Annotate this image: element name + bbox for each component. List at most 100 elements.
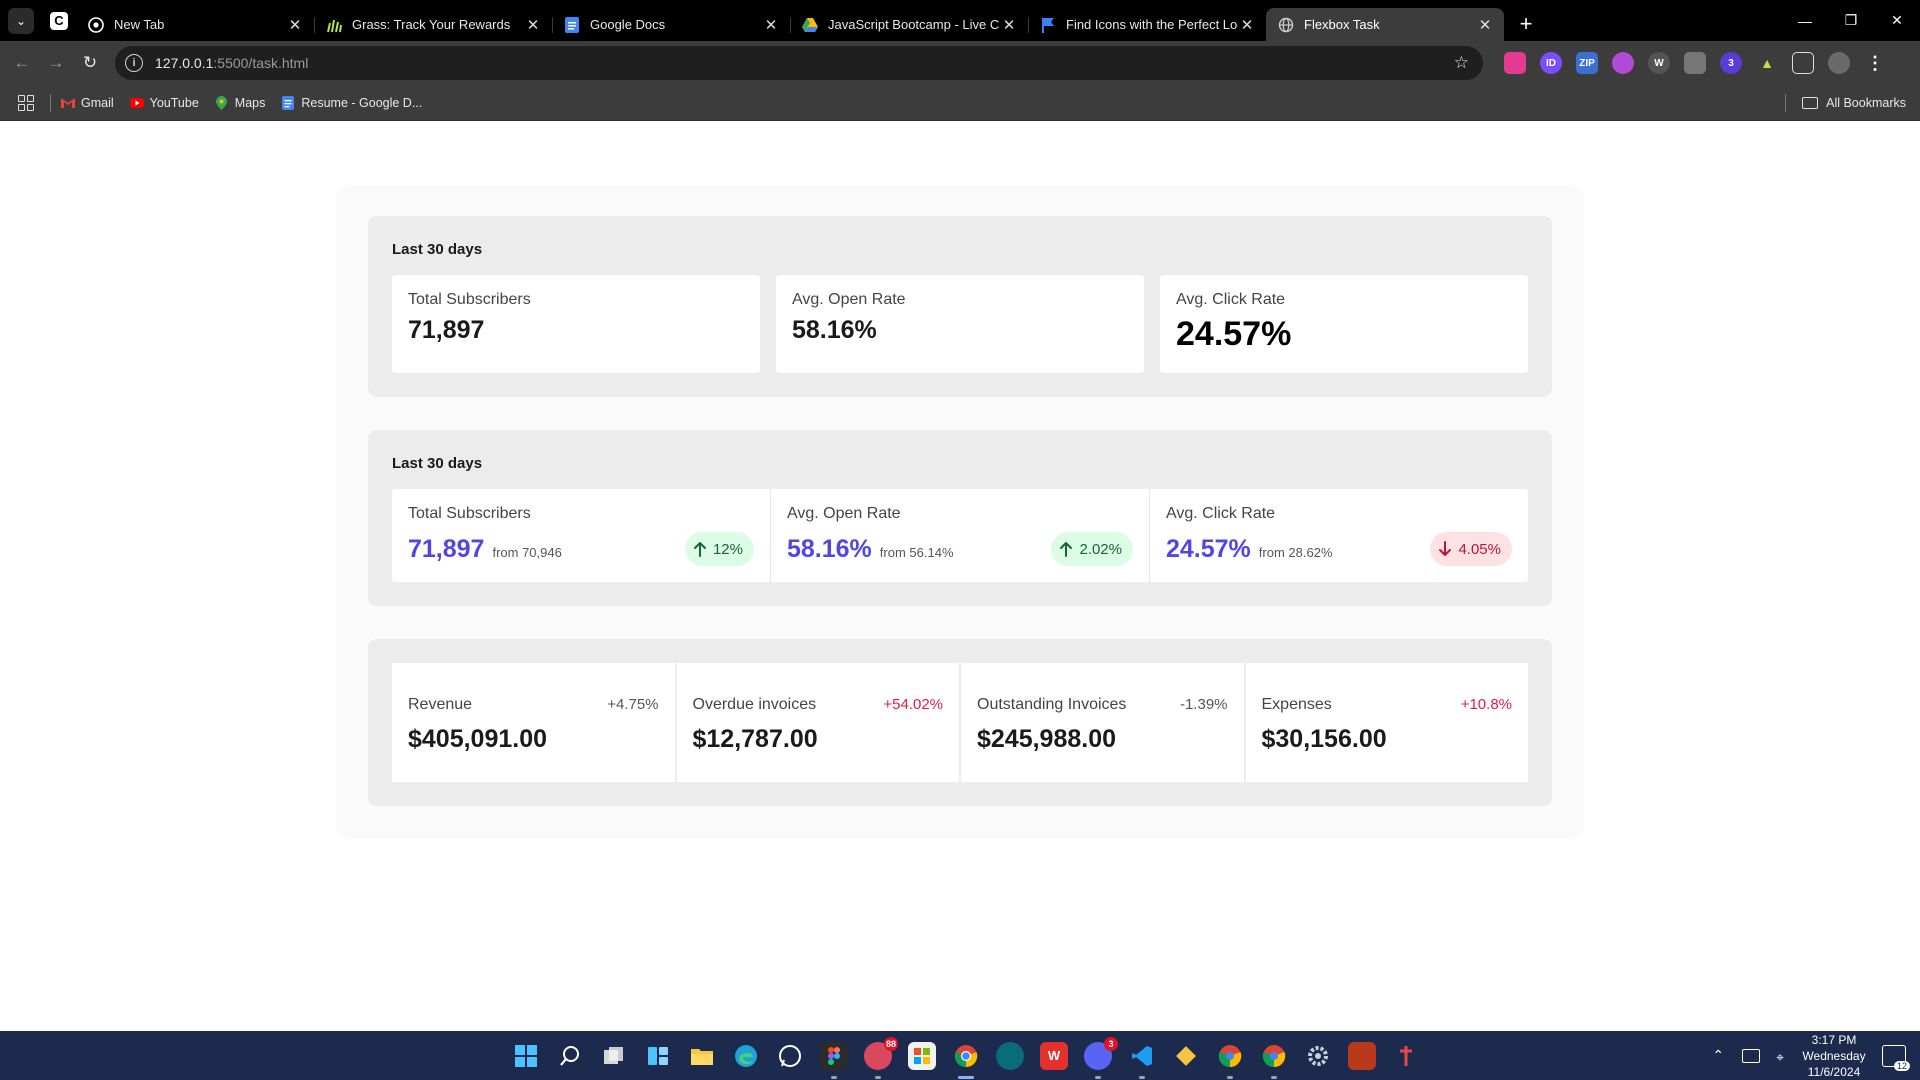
change-badge: 4.05% [1430, 532, 1512, 566]
edge-icon[interactable] [732, 1042, 760, 1070]
close-icon[interactable]: ✕ [1000, 16, 1018, 34]
clock[interactable]: 3:17 PM Wednesday 11/6/2024 [1800, 1032, 1868, 1080]
stat-card-open-rate: Avg. Open Rate 58.16% [776, 275, 1144, 373]
grass-icon[interactable]: ▲ [1756, 52, 1778, 74]
app-icon[interactable] [996, 1041, 1024, 1070]
finance-label: Revenue [408, 696, 473, 713]
finance-change: +10.8% [1460, 696, 1512, 713]
google-docs-icon [564, 16, 580, 33]
finance-value: $405,091.00 [408, 725, 548, 753]
close-icon[interactable]: ✕ [762, 16, 780, 34]
extension-icon[interactable] [1612, 52, 1634, 74]
more-menu-icon[interactable]: ⋮ [1864, 52, 1886, 74]
wifi-icon[interactable]: ⌖ [1776, 1049, 1784, 1065]
app-launcher-icon[interactable]: C [50, 11, 68, 30]
tab-flexbox-task[interactable]: Flexbox Task ✕ [1266, 8, 1504, 41]
site-info-icon[interactable]: i [125, 54, 143, 72]
extension-icon[interactable] [1504, 52, 1526, 74]
tab-javascript-bootcamp[interactable]: JavaScript Bootcamp - Live Clas ✕ [790, 8, 1028, 41]
extension-icon[interactable]: 3 [1720, 52, 1742, 74]
value-row: 71,897 from 70,946 [408, 535, 562, 564]
chrome-profile-icon[interactable] [1260, 1042, 1288, 1079]
stat-value: 71,897 [408, 535, 485, 563]
windows-start-icon[interactable] [512, 1042, 540, 1070]
puzzle-icon[interactable] [1792, 52, 1814, 74]
bookmark-youtube[interactable]: YouTube [129, 95, 199, 110]
microsoft-store-icon[interactable] [908, 1041, 936, 1070]
previous-value: from 56.14% [879, 545, 954, 560]
restore-icon[interactable]: ❐ [1828, 0, 1874, 41]
bookmark-star-icon[interactable]: ☆ [1454, 53, 1469, 73]
battery-icon[interactable] [1742, 1048, 1761, 1063]
chrome-profile-icon[interactable] [1216, 1042, 1244, 1079]
minimize-icon[interactable]: — [1782, 0, 1828, 41]
finance-change: +54.02% [883, 696, 943, 713]
wps-icon[interactable]: W [1040, 1041, 1068, 1070]
url-text[interactable]: 127.0.0.1:5500/task.html [155, 55, 1454, 71]
trend-card-open-rate: Avg. Open Rate 58.16% from 56.14% 2.02% [770, 489, 1149, 582]
close-icon[interactable]: ✕ [524, 16, 542, 34]
close-icon[interactable]: ✕ [286, 16, 304, 34]
close-window-icon[interactable]: ✕ [1874, 0, 1920, 41]
close-icon[interactable]: ✕ [1476, 16, 1494, 34]
clock-day: Wednesday [1802, 1048, 1866, 1063]
task-view-icon[interactable] [600, 1042, 628, 1070]
new-tab-button[interactable]: + [1512, 10, 1540, 38]
avatar[interactable] [1828, 52, 1850, 74]
tab-search-button[interactable]: ⌄ [8, 7, 34, 34]
bookmark-maps[interactable]: Maps [215, 95, 265, 110]
apps-grid-icon[interactable] [18, 94, 34, 111]
bookmark-label: Gmail [81, 95, 114, 110]
value-row: 58.16% from 56.14% [787, 535, 954, 564]
stat-card-click-rate: Avg. Click Rate 24.57% [1160, 275, 1528, 373]
bookmark-gmail[interactable]: Gmail [61, 96, 114, 110]
file-explorer-icon[interactable] [688, 1042, 716, 1070]
back-button[interactable]: ← [5, 46, 39, 80]
app-icon[interactable]: 88 [864, 1036, 898, 1079]
extension-icon[interactable]: W [1648, 52, 1670, 74]
camera-icon[interactable] [1684, 52, 1706, 74]
figma-icon[interactable] [820, 1041, 848, 1079]
divider [1785, 94, 1787, 112]
forward-button[interactable]: → [39, 46, 73, 80]
extension-icon[interactable]: ZIP [1576, 52, 1598, 74]
app-icon[interactable] [1348, 1041, 1376, 1070]
vscode-icon[interactable] [1128, 1042, 1156, 1079]
youtube-icon [129, 96, 144, 110]
bookmark-label: YouTube [149, 95, 199, 110]
whatsapp-icon[interactable] [776, 1042, 804, 1070]
notification-center-icon[interactable]: 12 [1882, 1044, 1910, 1071]
finance-value: $245,988.00 [977, 725, 1117, 753]
stat-label: Avg. Click Rate [1176, 291, 1286, 308]
discord-icon[interactable]: 3 [1084, 1036, 1118, 1079]
stats-section-simple: Last 30 days Total Subscribers 71,897 Av… [368, 216, 1552, 397]
tab-title: Find Icons with the Perfect Look [1066, 17, 1238, 32]
bookmark-resume[interactable]: Resume - Google D... [281, 95, 423, 110]
arrow-up-icon [693, 542, 706, 557]
tab-grass[interactable]: Grass: Track Your Rewards ✕ [314, 8, 552, 41]
extension-icon[interactable]: ID [1540, 52, 1562, 74]
financial-cards: Revenue +4.75% $405,091.00 Overdue invoi… [392, 663, 1528, 782]
search-icon[interactable] [556, 1042, 584, 1070]
all-bookmarks[interactable]: All Bookmarks [1785, 85, 1906, 121]
app-icon[interactable] [1392, 1042, 1420, 1070]
git-icon[interactable] [1172, 1042, 1200, 1070]
previous-value: from 28.62% [1258, 545, 1333, 560]
finance-value: $30,156.00 [1261, 725, 1387, 753]
bookmark-label: Resume - Google D... [301, 95, 423, 110]
arrow-right-icon: → [47, 53, 65, 72]
finance-change: -1.39% [1179, 696, 1228, 713]
reload-button[interactable]: ↻ [73, 46, 107, 80]
settings-icon[interactable] [1304, 1042, 1332, 1070]
tab-google-docs[interactable]: Google Docs ✕ [552, 8, 790, 41]
arrow-down-icon [1439, 541, 1452, 556]
close-icon[interactable]: ✕ [1238, 16, 1256, 34]
address-bar[interactable]: i 127.0.0.1:5500/task.html ☆ [115, 46, 1483, 80]
financial-section: Revenue +4.75% $405,091.00 Overdue invoi… [368, 639, 1552, 806]
chrome-icon[interactable] [952, 1042, 980, 1079]
tab-new-tab[interactable]: New Tab ✕ [76, 8, 314, 41]
value-row: 24.57% from 28.62% [1166, 535, 1333, 564]
tab-find-icons[interactable]: Find Icons with the Perfect Look ✕ [1028, 8, 1266, 41]
chevron-up-icon[interactable]: ⌃ [1712, 1047, 1724, 1064]
widgets-icon[interactable] [644, 1042, 672, 1070]
